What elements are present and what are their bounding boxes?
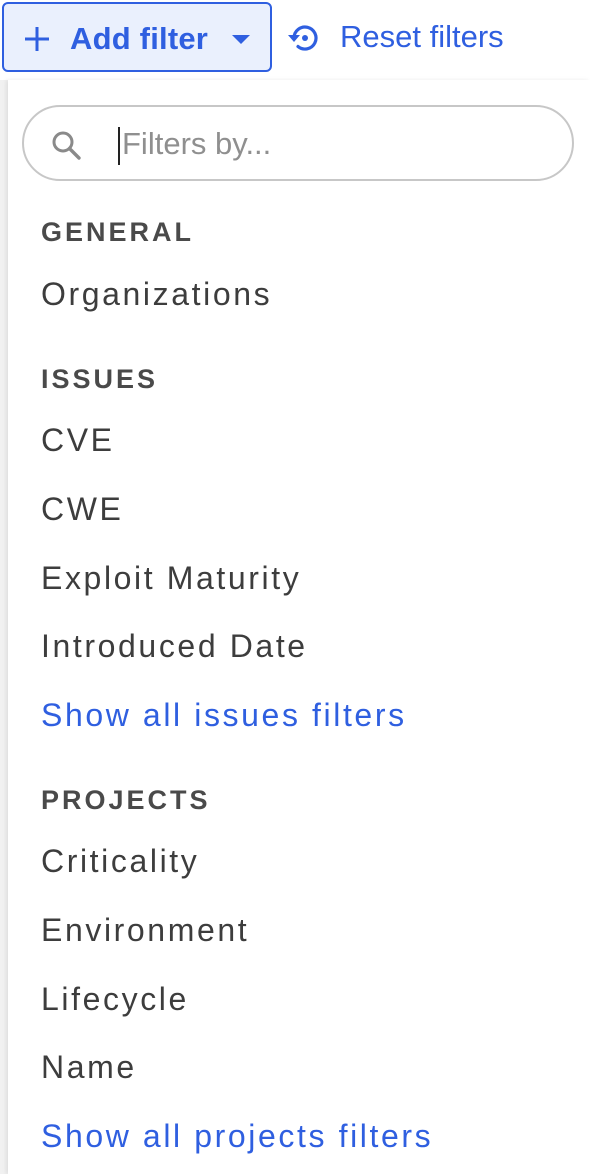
filter-item-criticality[interactable]: Criticality bbox=[41, 843, 199, 880]
filter-item-cwe[interactable]: CWE bbox=[41, 491, 123, 528]
filter-item-introduced-date[interactable]: Introduced Date bbox=[41, 628, 308, 665]
search-icon bbox=[52, 131, 81, 160]
show-all-projects-filters-link[interactable]: Show all projects filters bbox=[41, 1118, 433, 1155]
caret-down-icon bbox=[232, 35, 250, 44]
filter-search-input[interactable] bbox=[122, 121, 542, 167]
plus-icon bbox=[25, 27, 49, 51]
filter-toolbar: Add filter Reset filters bbox=[0, 0, 590, 80]
background-edge bbox=[0, 80, 8, 1174]
filter-item-lifecycle[interactable]: Lifecycle bbox=[41, 981, 189, 1018]
section-title-general: GENERAL bbox=[41, 217, 195, 247]
add-filter-label: Add filter bbox=[70, 21, 209, 56]
filter-item-cve[interactable]: CVE bbox=[41, 422, 115, 459]
filter-item-name[interactable]: Name bbox=[41, 1049, 137, 1086]
reset-filters-button[interactable]: Reset filters bbox=[284, 12, 534, 62]
filter-item-environment[interactable]: Environment bbox=[41, 912, 249, 949]
filter-item-organizations[interactable]: Organizations bbox=[41, 276, 272, 313]
reset-history-icon bbox=[288, 25, 318, 51]
section-title-projects: PROJECTS bbox=[41, 785, 211, 815]
reset-filters-label: Reset filters bbox=[340, 19, 504, 54]
section-title-issues: ISSUES bbox=[41, 364, 159, 394]
filter-item-exploit-maturity[interactable]: Exploit Maturity bbox=[41, 560, 301, 597]
show-all-issues-filters-link[interactable]: Show all issues filters bbox=[41, 697, 407, 734]
filter-search-box[interactable] bbox=[22, 105, 574, 181]
text-cursor bbox=[118, 127, 120, 165]
add-filter-button[interactable]: Add filter bbox=[2, 2, 272, 72]
